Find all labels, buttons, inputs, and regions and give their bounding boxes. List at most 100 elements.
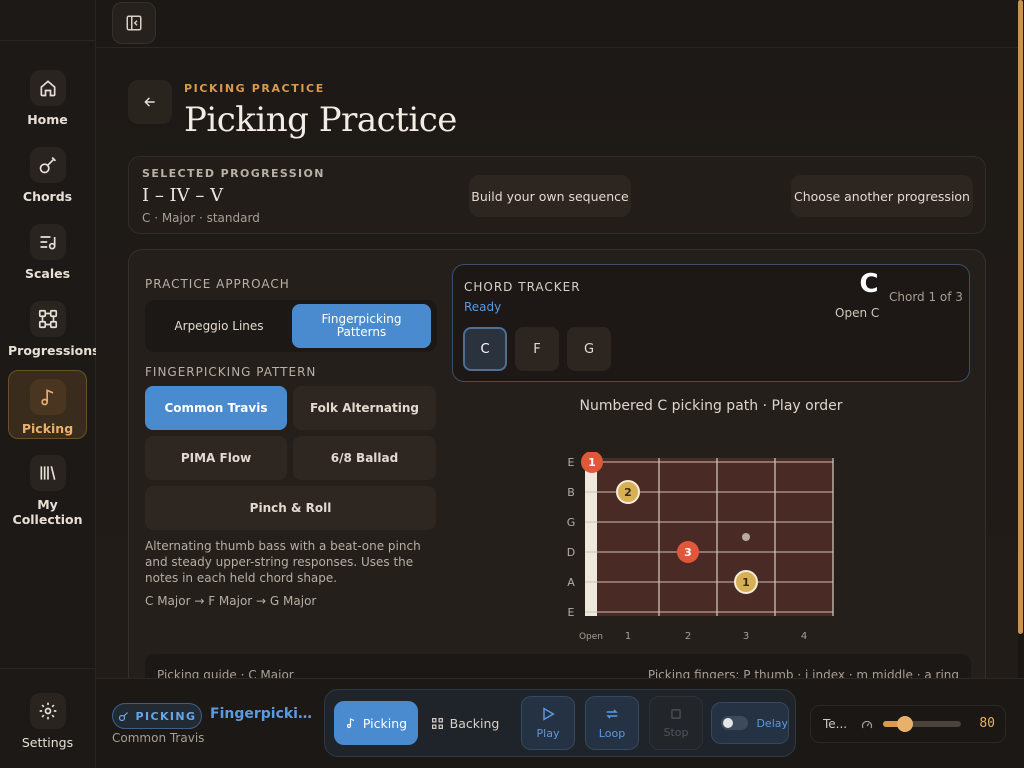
loop-label: Loop xyxy=(598,727,626,740)
mode-backing-button[interactable]: Backing xyxy=(423,701,507,745)
guitar-icon xyxy=(118,712,128,722)
mode-picking-label: Picking xyxy=(362,715,408,731)
picking-guide-left: Picking guide · C Major xyxy=(157,668,294,678)
string-label: A xyxy=(567,576,575,589)
fret-inlay-dot xyxy=(742,533,750,541)
fret-label: 2 xyxy=(685,631,691,642)
stop-label: Stop xyxy=(663,726,689,739)
play-button[interactable]: Play xyxy=(521,696,575,750)
fret-label: 4 xyxy=(801,631,807,642)
practice-approach-toggle: Arpeggio Lines Fingerpicking Patterns xyxy=(145,300,437,352)
pattern-pinch-roll-button[interactable]: Pinch & Roll xyxy=(145,486,436,530)
mode-picking-button[interactable]: Picking xyxy=(334,701,418,745)
sidebar-toggle-icon xyxy=(126,15,142,31)
string-label: E xyxy=(568,456,575,469)
music-note-icon xyxy=(29,379,66,415)
current-chord: C xyxy=(859,269,879,299)
chord-tracker-status: Ready xyxy=(464,300,502,314)
back-button[interactable] xyxy=(128,80,172,124)
selected-progression-card: SELECTED PROGRESSION I – IV – V C · Majo… xyxy=(128,156,986,234)
tempo-slider[interactable] xyxy=(883,716,961,732)
fret-label: Open xyxy=(579,632,603,642)
now-playing-title: Fingerpicking Patterns xyxy=(210,706,312,722)
mode-chip: PICKING xyxy=(112,703,202,729)
delay-toggle[interactable]: Delay xyxy=(711,702,789,744)
sidebar-item-progressions[interactable]: Progressions xyxy=(8,301,100,359)
progressions-icon xyxy=(29,301,66,337)
guitar-icon xyxy=(29,147,66,183)
sidebar-item-home[interactable]: Home xyxy=(8,70,87,128)
mode-backing-label: Backing xyxy=(449,715,500,731)
choose-progression-button[interactable]: Choose another progression xyxy=(791,175,973,217)
transport-dock: Picking Backing Play Loop Stop Delay xyxy=(324,689,796,757)
sidebar-toggle-button[interactable] xyxy=(112,2,156,44)
fingerpicking-pattern-label: FINGERPICKING PATTERN xyxy=(145,365,317,379)
page-title: Picking Practice xyxy=(184,100,457,140)
library-icon xyxy=(29,455,66,491)
arrow-left-icon xyxy=(144,97,155,107)
main-content: PICKING PRACTICE Picking Practice SELECT… xyxy=(96,48,1018,678)
build-sequence-button[interactable]: Build your own sequence xyxy=(469,175,631,217)
sidebar-item-scales[interactable]: Scales xyxy=(8,224,87,282)
picking-guide-bar: Picking guide · C Major Picking fingers:… xyxy=(145,654,971,678)
sidebar-item-label: Progressions xyxy=(8,343,100,358)
progression-sub: C · Major · standard xyxy=(142,211,260,225)
gear-icon xyxy=(29,693,66,729)
chord-button-f[interactable]: F xyxy=(515,327,559,371)
loop-icon xyxy=(606,709,618,719)
sidebar-item-label: My Collection xyxy=(12,497,83,527)
pattern-folk-alternating-button[interactable]: Folk Alternating xyxy=(293,386,436,430)
string-label: E xyxy=(568,606,575,619)
fretboard-nut xyxy=(585,458,597,616)
sidebar-item-chords[interactable]: Chords xyxy=(8,147,87,205)
scrollbar-thumb[interactable] xyxy=(1018,0,1023,634)
home-icon xyxy=(29,70,66,106)
sidebar-footer: Settings xyxy=(0,668,96,768)
delay-switch[interactable] xyxy=(721,716,749,730)
fret-label: 3 xyxy=(743,631,749,642)
stop-icon xyxy=(671,709,681,719)
sidebar-item-my-collection[interactable]: My Collection xyxy=(8,455,87,527)
picking-marker-label: 3 xyxy=(684,546,692,559)
scales-icon xyxy=(29,224,66,260)
picking-path-title: Numbered C picking path · Play order xyxy=(579,398,843,414)
tempo-slider-thumb[interactable] xyxy=(897,716,914,732)
gauge-icon xyxy=(861,720,873,729)
chord-sequence: C Major → F Major → G Major xyxy=(145,594,317,608)
sidebar-item-picking[interactable]: Picking xyxy=(8,370,87,439)
progression-label: SELECTED PROGRESSION xyxy=(142,167,325,180)
sidebar-header xyxy=(0,0,95,41)
tempo-control: Te... 80 xyxy=(810,705,1006,743)
practice-panel: PRACTICE APPROACH Arpeggio Lines Fingerp… xyxy=(128,249,986,678)
tempo-value: 80 xyxy=(979,716,995,731)
pattern-common-travis-button[interactable]: Common Travis xyxy=(145,386,287,430)
sidebar-item-label: Home xyxy=(27,112,68,127)
pattern-6-8-ballad-button[interactable]: 6/8 Ballad xyxy=(293,436,436,480)
sidebar: Home Chords Scales Progressions Picking … xyxy=(0,0,100,768)
play-icon xyxy=(543,707,555,721)
approach-fingerpicking-button[interactable]: Fingerpicking Patterns xyxy=(292,304,431,348)
picking-guide-right: Picking fingers: P thumb · i index · m m… xyxy=(647,668,959,678)
picking-marker-label: 1 xyxy=(588,456,596,469)
breadcrumb: PICKING PRACTICE xyxy=(184,82,325,95)
mode-chip-label: PICKING xyxy=(135,709,197,723)
chord-tracker: CHORD TRACKER Ready C Open C Chord 1 of … xyxy=(452,264,970,382)
stop-button[interactable]: Stop xyxy=(649,696,703,750)
approach-arpeggio-button[interactable]: Arpeggio Lines xyxy=(149,304,289,348)
picking-marker-label: 1 xyxy=(742,576,750,589)
pattern-description: Alternating thumb bass with a beat-one p… xyxy=(145,539,421,585)
picking-marker-label: 2 xyxy=(624,486,632,499)
sidebar-item-settings[interactable]: Settings xyxy=(8,693,87,750)
current-chord-name: Open C xyxy=(835,306,880,320)
music-note-icon xyxy=(346,718,355,729)
string-label: B xyxy=(567,486,575,499)
top-bar xyxy=(96,0,1020,48)
chord-button-c[interactable]: C xyxy=(463,327,507,371)
string-label: G xyxy=(567,516,576,529)
sidebar-item-label: Settings xyxy=(21,735,74,750)
pattern-pima-flow-button[interactable]: PIMA Flow xyxy=(145,436,287,480)
loop-button[interactable]: Loop xyxy=(585,696,639,750)
fretboard-diagram: E B G D A E Open 1 2 3 4 1 2 3 1 xyxy=(567,451,834,642)
chord-button-g[interactable]: G xyxy=(567,327,611,371)
now-playing-sub: Common Travis xyxy=(112,731,205,745)
